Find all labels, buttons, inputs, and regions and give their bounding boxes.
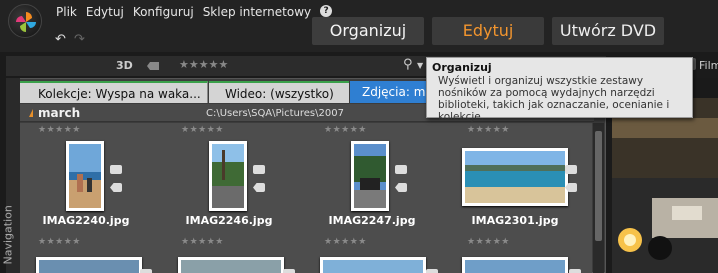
folder-icon[interactable] xyxy=(283,269,295,273)
folder-icon[interactable] xyxy=(426,269,438,273)
tooltip-title: Organizuj xyxy=(432,61,492,74)
app-logo[interactable] xyxy=(8,4,42,38)
menu-file[interactable]: Plik xyxy=(56,5,77,19)
undo-icon[interactable]: ↶ xyxy=(55,32,66,47)
tooltip: Organizuj Wyświetl i organizuj wszystkie… xyxy=(426,57,693,123)
file-name: IMAG2247.jpg xyxy=(328,214,416,227)
search-icon[interactable]: ⚲ xyxy=(403,57,413,72)
top-bar: Plik Edytuj Konfiguruj Sklep internetowy… xyxy=(0,0,718,52)
navigation-label[interactable]: Navigation xyxy=(2,193,15,264)
car-photo xyxy=(354,144,386,208)
chevron-down-icon[interactable]: ▼ xyxy=(417,61,423,70)
vertical-scrollbar[interactable] xyxy=(593,123,604,273)
sea-photo xyxy=(465,151,565,203)
trees-photo xyxy=(212,144,244,208)
rating-filter-stars[interactable]: ★★★★★ xyxy=(179,58,228,71)
rating-stars[interactable]: ★★★★★ xyxy=(467,125,510,135)
photo-thumbnail[interactable] xyxy=(320,257,426,273)
rating-stars[interactable]: ★★★★★ xyxy=(181,125,224,135)
redo-icon[interactable]: ↷ xyxy=(74,32,85,47)
file-name: IMAG2301.jpg xyxy=(471,214,559,227)
photo-thumbnail[interactable] xyxy=(462,148,568,206)
tab-edit[interactable]: Edytuj xyxy=(432,17,544,45)
rating-stars[interactable]: ★★★★★ xyxy=(181,237,224,247)
rating-stars[interactable]: ★★★★★ xyxy=(467,237,510,247)
menu-bar: Plik Edytuj Konfiguruj Sklep internetowy… xyxy=(56,5,341,19)
menu-store[interactable]: Sklep internetowy xyxy=(203,5,311,19)
folder-icon[interactable] xyxy=(253,165,265,174)
tab-organize[interactable]: Organizuj xyxy=(312,17,424,45)
menu-configure[interactable]: Konfiguruj xyxy=(133,5,194,19)
file-name: IMAG2240.jpg xyxy=(42,214,130,227)
collapse-caret-icon[interactable] xyxy=(25,109,33,117)
menu-edit[interactable]: Edytuj xyxy=(86,5,124,19)
photo-thumbnail[interactable] xyxy=(351,141,389,211)
folder-icon[interactable] xyxy=(395,165,407,174)
tab-photos[interactable]: Zdjęcia: ma xyxy=(350,81,430,103)
tab-collections[interactable]: Kolekcje: Wyspa na waka... xyxy=(20,81,208,103)
file-name: IMAG2246.jpg xyxy=(185,214,273,227)
tab-video[interactable]: Wideo: (wszystko) xyxy=(209,81,349,103)
beach-photo xyxy=(69,144,101,208)
photo-thumbnail[interactable] xyxy=(66,141,104,211)
list-item[interactable]: ★★★★★ IMAG2247.jpg xyxy=(306,123,448,231)
list-item[interactable]: ★★★★★ IMAG2246.jpg xyxy=(163,123,305,231)
tooltip-body: Wyświetl i organizuj wszystkie zestawy n… xyxy=(438,75,670,123)
photo-thumbnail[interactable] xyxy=(178,257,284,273)
rating-stars[interactable]: ★★★★★ xyxy=(324,125,367,135)
pinwheel-icon xyxy=(16,12,36,32)
list-item[interactable]: ★★★★★ IMAG2301.jpg xyxy=(449,123,591,231)
tag-icon[interactable] xyxy=(253,183,265,192)
photo-thumbnail[interactable] xyxy=(462,257,568,273)
scrollbar-thumb[interactable] xyxy=(595,131,602,241)
tab-create-dvd[interactable]: Utwórz DVD xyxy=(552,17,664,45)
tag-icon[interactable] xyxy=(147,62,159,70)
3d-filter-button[interactable]: 3D xyxy=(116,59,133,72)
rating-stars[interactable]: ★★★★★ xyxy=(38,125,81,135)
tag-icon[interactable] xyxy=(110,183,122,192)
tag-icon[interactable] xyxy=(395,183,407,192)
rating-stars[interactable]: ★★★★★ xyxy=(38,237,81,247)
photo-thumbnail[interactable] xyxy=(209,141,247,211)
help-icon[interactable]: ? xyxy=(320,5,333,17)
photo-thumbnail[interactable] xyxy=(36,257,142,273)
folder-name: march xyxy=(38,106,81,120)
film-label[interactable]: Film xyxy=(699,59,718,72)
folder-path: C:\Users\SQA\Pictures\2007 xyxy=(206,108,344,119)
list-item[interactable]: ★★★★★ IMAG2240.jpg xyxy=(20,123,162,231)
folder-icon[interactable] xyxy=(569,269,581,273)
thumbnail-grid: ★★★★★ IMAG2240.jpg ★★★★★ IMAG2246.jpg ★★… xyxy=(20,123,592,273)
rating-stars[interactable]: ★★★★★ xyxy=(324,237,367,247)
folder-icon[interactable] xyxy=(110,165,122,174)
folder-icon[interactable] xyxy=(140,269,152,273)
folder-icon[interactable] xyxy=(565,165,577,174)
